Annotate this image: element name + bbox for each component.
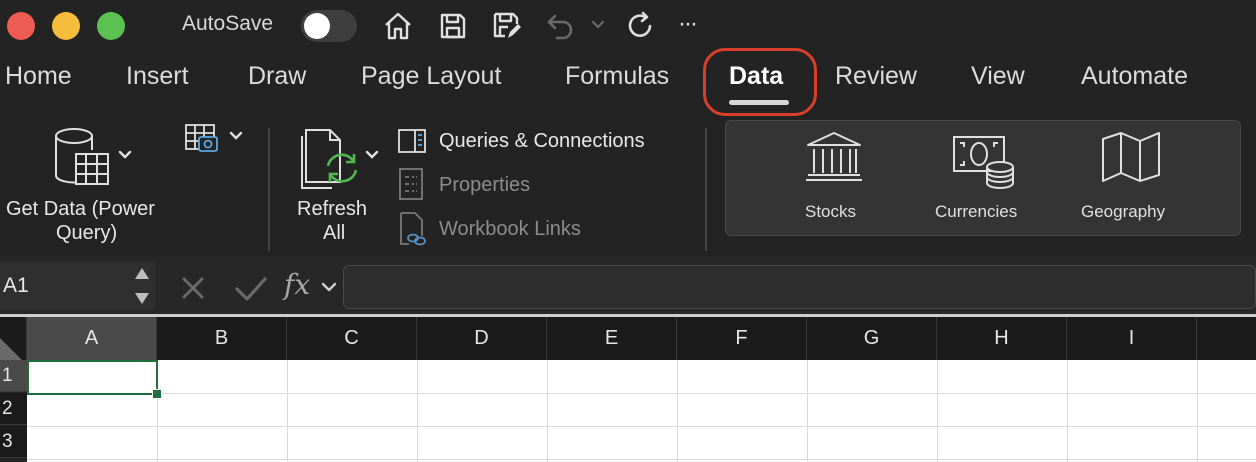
row-header-3[interactable]: 3	[0, 426, 27, 458]
get-data-label-line2[interactable]: Query)	[56, 222, 117, 245]
queries-connections-button[interactable]: Queries & Connections	[439, 130, 645, 153]
column-header-f[interactable]: F	[677, 317, 807, 360]
column-gridline	[1067, 360, 1068, 462]
column-header-c[interactable]: C	[287, 317, 417, 360]
column-header-e[interactable]: E	[547, 317, 677, 360]
save-icon[interactable]	[435, 8, 471, 44]
fill-handle[interactable]	[152, 389, 162, 399]
minimize-window-button[interactable]	[52, 12, 80, 40]
name-box-stepper-icon[interactable]	[133, 266, 151, 311]
row-header-1[interactable]: 1	[0, 360, 27, 392]
geography-icon[interactable]	[1101, 131, 1161, 188]
tab-automate[interactable]: Automate	[1081, 62, 1188, 91]
cell-grid[interactable]	[27, 360, 1256, 462]
row-header-2[interactable]: 2	[0, 393, 27, 425]
tab-view[interactable]: View	[971, 62, 1025, 91]
name-box-value[interactable]: A1	[3, 274, 29, 298]
refresh-all-label-line1[interactable]: Refresh	[297, 198, 367, 221]
column-header-h[interactable]: H	[937, 317, 1067, 360]
autosave-label: AutoSave	[182, 12, 274, 35]
geography-label[interactable]: Geography	[1081, 202, 1165, 222]
currencies-label[interactable]: Currencies	[935, 202, 1017, 222]
autosave-toggle[interactable]	[301, 10, 357, 42]
queries-connections-icon[interactable]	[398, 129, 426, 158]
insert-function-icon[interactable]: fx	[284, 268, 310, 301]
column-gridline	[807, 360, 808, 462]
column-header-a[interactable]: A	[27, 317, 157, 360]
stocks-label[interactable]: Stocks	[805, 202, 856, 222]
more-icon[interactable]: ···	[678, 10, 698, 38]
undo-icon[interactable]	[543, 8, 579, 44]
tab-draw[interactable]: Draw	[248, 62, 306, 91]
get-data-icon[interactable]	[50, 126, 140, 195]
save-as-icon[interactable]	[489, 8, 525, 44]
undo-dropdown-chevron-icon[interactable]	[590, 16, 606, 37]
row-gridline	[27, 393, 1256, 394]
tab-formulas[interactable]: Formulas	[565, 62, 669, 91]
formula-input[interactable]	[343, 265, 1256, 309]
home-icon[interactable]	[380, 8, 416, 44]
row-gridline	[27, 459, 1256, 460]
workbook-links-button: Workbook Links	[439, 218, 581, 240]
get-data-label-line1[interactable]: Get Data (Power	[6, 198, 155, 221]
column-gridline	[1197, 360, 1198, 462]
column-gridline	[677, 360, 678, 462]
row-gridline	[27, 426, 1256, 427]
properties-button: Properties	[439, 174, 531, 196]
confirm-entry-icon[interactable]	[234, 276, 268, 307]
properties-icon	[399, 168, 423, 205]
ribbon-separator	[705, 128, 707, 251]
column-header-i[interactable]: I	[1067, 317, 1197, 360]
close-window-button[interactable]	[7, 12, 35, 40]
tab-home[interactable]: Home	[5, 62, 72, 91]
currencies-icon[interactable]	[952, 131, 1018, 194]
column-gridline	[547, 360, 548, 462]
column-gridline	[937, 360, 938, 462]
redo-icon[interactable]	[622, 8, 658, 44]
tab-review[interactable]: Review	[835, 62, 917, 91]
refresh-all-icon[interactable]	[300, 126, 386, 197]
column-gridline	[287, 360, 288, 462]
workbook-links-icon	[399, 212, 427, 251]
tab-insert[interactable]: Insert	[126, 62, 189, 91]
column-header-g[interactable]: G	[807, 317, 937, 360]
column-gridline	[417, 360, 418, 462]
ribbon-separator	[268, 128, 270, 251]
function-dropdown-chevron-icon[interactable]	[320, 280, 338, 301]
tab-page-layout[interactable]: Page Layout	[361, 62, 501, 91]
data-from-picture-icon[interactable]	[185, 123, 247, 162]
stocks-icon[interactable]	[805, 131, 863, 188]
zoom-window-button[interactable]	[97, 12, 125, 40]
selected-cell-a1[interactable]	[27, 360, 158, 395]
column-header-b[interactable]: B	[157, 317, 287, 360]
cancel-entry-icon[interactable]	[181, 276, 205, 305]
select-all-button[interactable]	[0, 317, 27, 360]
column-header-d[interactable]: D	[417, 317, 547, 360]
data-tab-highlight-annotation	[703, 48, 817, 116]
refresh-all-label-line2[interactable]: All	[323, 222, 345, 245]
